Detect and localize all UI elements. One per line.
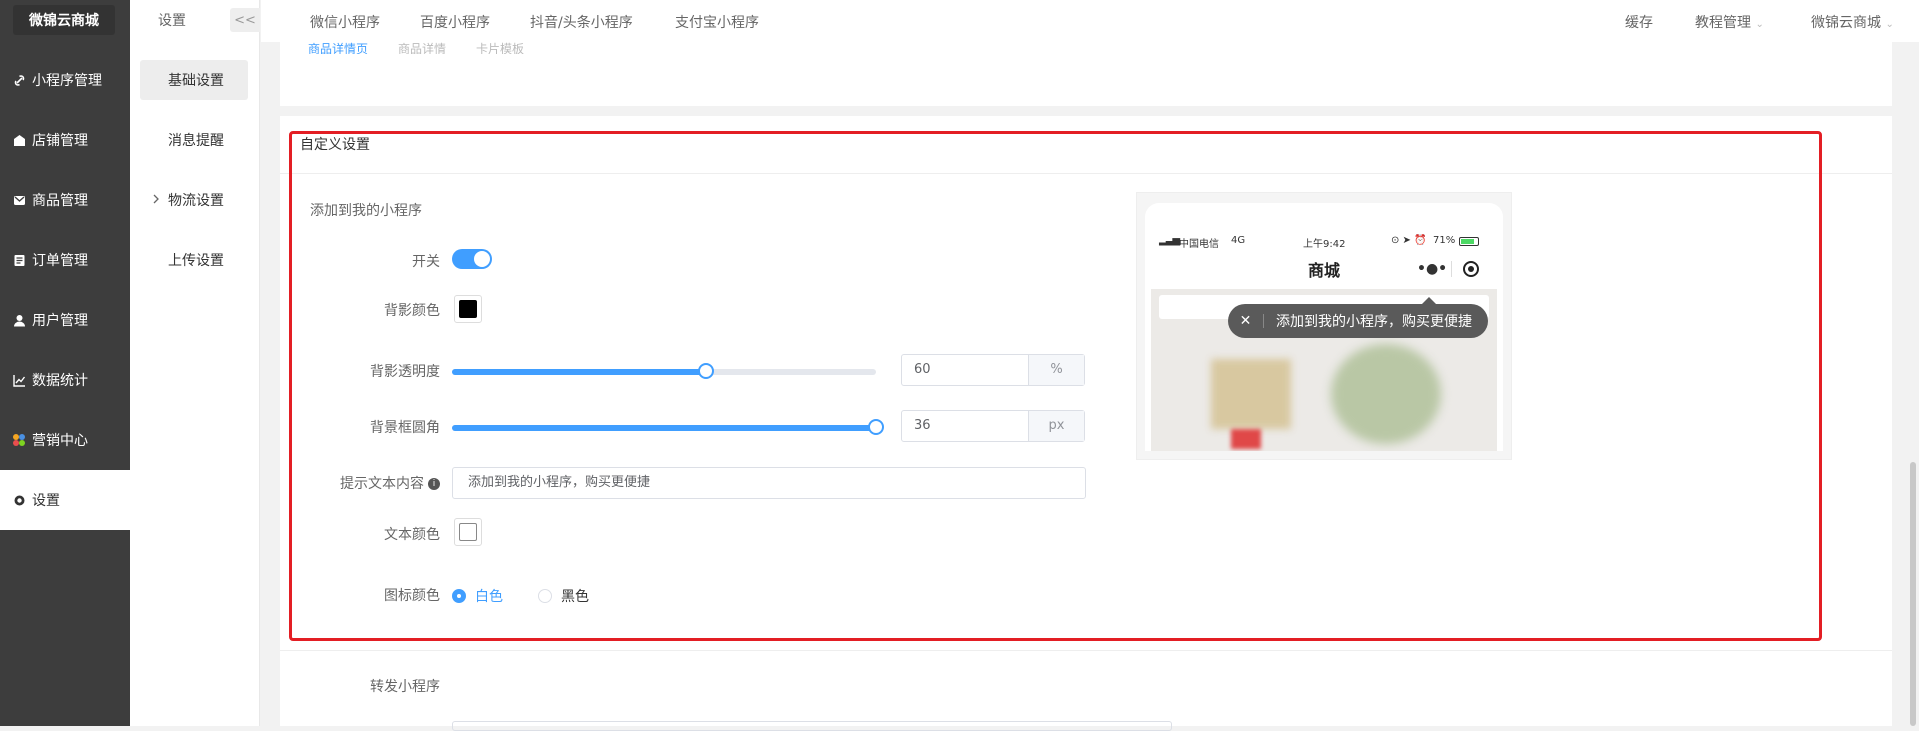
section-divider — [280, 106, 1892, 116]
subnav-message-reminder[interactable]: 消息提醒 — [140, 120, 248, 160]
sidebar-item-label: 店铺管理 — [32, 133, 88, 149]
sidebar-item-users[interactable]: 用户管理 — [0, 290, 130, 350]
secondary-title: 设置 — [158, 13, 186, 29]
subnav-upload-settings[interactable]: 上传设置 — [140, 240, 248, 280]
tutorial-label: 教程管理 — [1695, 15, 1751, 31]
sidebar-item-label: 用户管理 — [32, 313, 88, 329]
account-label: 微锦云商城 — [1811, 15, 1881, 31]
gear-icon — [12, 493, 26, 507]
store-icon — [12, 133, 26, 147]
forward-label: 转发小程序 — [370, 679, 440, 695]
subnav-label: 物流设置 — [168, 193, 224, 209]
user-icon — [12, 313, 26, 327]
tab-wechat[interactable]: 微信小程序 — [310, 12, 380, 32]
subnav-basic-settings[interactable]: 基础设置 — [140, 60, 248, 100]
sidebar-item-label: 商品管理 — [32, 193, 88, 209]
secondary-sidebar: 设置 << 基础设置 消息提醒 物流设置 上传设置 — [130, 0, 260, 726]
order-icon — [12, 253, 26, 267]
partial-option[interactable]: 商品详情页 — [308, 42, 368, 54]
forward-input[interactable] — [452, 721, 1172, 731]
sidebar-item-label: 数据统计 — [32, 373, 88, 389]
page-scrollbar[interactable] — [1910, 462, 1916, 726]
tab-baidu[interactable]: 百度小程序 — [420, 12, 490, 32]
sidebar-item-settings[interactable]: 设置 — [0, 470, 130, 530]
chart-icon — [12, 373, 26, 387]
tab-alipay[interactable]: 支付宝小程序 — [675, 12, 759, 32]
collapse-button[interactable]: << — [230, 8, 260, 32]
highlight-box — [289, 131, 1822, 641]
divider — [280, 650, 1892, 651]
top-bar: 微信小程序 百度小程序 抖音/头条小程序 支付宝小程序 缓存 教程管理 ⌄ 微锦… — [261, 0, 1919, 42]
partial-option[interactable]: 卡片模板 — [476, 42, 524, 54]
sidebar-item-store[interactable]: 店铺管理 — [0, 110, 130, 170]
partial-option[interactable]: 商品详情 — [398, 42, 446, 54]
cache-link[interactable]: 缓存 — [1625, 12, 1653, 32]
sidebar-item-orders[interactable]: 订单管理 — [0, 230, 130, 290]
sidebar-item-miniprogram[interactable]: 小程序管理 — [0, 50, 130, 110]
chevron-down-icon: ⌄ — [1885, 19, 1894, 30]
account-menu[interactable]: 微锦云商城 ⌄ — [1811, 12, 1894, 32]
chevron-right-icon — [152, 192, 162, 206]
sidebar-item-stats[interactable]: 数据统计 — [0, 350, 130, 410]
brand-logo[interactable]: 微锦云商城 — [13, 5, 115, 35]
sidebar-item-label: 设置 — [32, 493, 60, 509]
sidebar-item-label: 订单管理 — [32, 253, 88, 269]
link-icon — [12, 73, 26, 87]
chevron-down-icon: ⌄ — [1755, 19, 1764, 30]
main-sidebar: 微锦云商城 小程序管理 店铺管理 商品管理 订单管理 用户管理 数据统计 营销中… — [0, 0, 130, 726]
partial-option-row: 商品详情页 商品详情 卡片模板 — [308, 42, 524, 54]
sidebar-item-label: 营销中心 — [32, 433, 88, 449]
subnav-logistics-settings[interactable]: 物流设置 — [140, 180, 248, 220]
goods-icon — [12, 193, 26, 207]
tab-douyin[interactable]: 抖音/头条小程序 — [530, 12, 633, 32]
sidebar-item-goods[interactable]: 商品管理 — [0, 170, 130, 230]
sidebar-item-label: 小程序管理 — [32, 73, 102, 89]
tutorial-menu[interactable]: 教程管理 ⌄ — [1695, 12, 1764, 32]
marketing-icon — [12, 433, 26, 447]
sidebar-item-marketing[interactable]: 营销中心 — [0, 410, 130, 470]
